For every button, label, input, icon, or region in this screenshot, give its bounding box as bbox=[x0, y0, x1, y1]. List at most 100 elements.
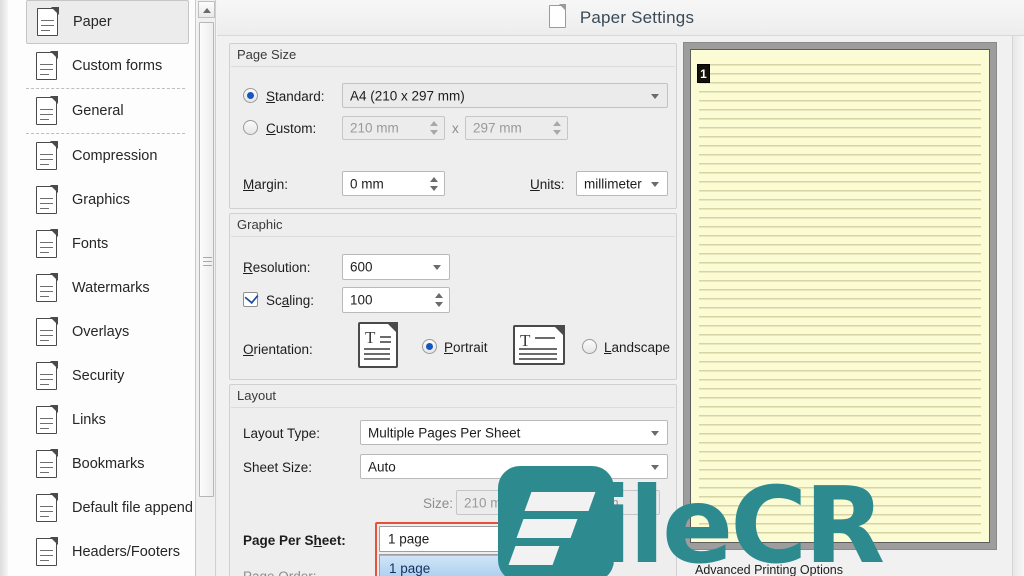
custom-size-radio[interactable] bbox=[243, 120, 258, 135]
margin-spinner[interactable]: 0 mm bbox=[342, 171, 445, 196]
page-per-sheet-dropdown-list[interactable]: 1 page2 pages bbox=[379, 554, 531, 576]
standard-size-combo[interactable]: A4 (210 x 297 mm) bbox=[342, 83, 668, 108]
standard-size-radio[interactable] bbox=[243, 88, 258, 103]
sidebar-item-overlays[interactable]: Overlays bbox=[26, 310, 189, 354]
checkmark-icon bbox=[244, 290, 259, 304]
scaling-checkbox[interactable] bbox=[243, 290, 259, 307]
spinner-arrows-icon[interactable] bbox=[553, 120, 562, 136]
page-title: Paper Settings bbox=[579, 7, 695, 27]
units-label: Units: bbox=[530, 177, 565, 192]
layout-type-value: Multiple Pages Per Sheet bbox=[368, 425, 521, 440]
margin-value: 0 mm bbox=[350, 176, 384, 191]
chevron-down-icon bbox=[651, 181, 659, 187]
font-document-icon bbox=[30, 227, 64, 261]
chevron-down-icon bbox=[651, 430, 659, 436]
sidebar-item-headers-footers[interactable]: Headers/Footers bbox=[26, 530, 189, 574]
page-per-sheet-dropdown-button[interactable] bbox=[505, 528, 529, 550]
sidebar-item-label: Compression bbox=[72, 148, 158, 164]
portrait-radio[interactable] bbox=[422, 339, 437, 354]
page-preview-sheet: 1 bbox=[690, 49, 990, 543]
custom-height-spinner[interactable]: 297 mm bbox=[465, 116, 568, 140]
sidebar-item-label: Fonts bbox=[72, 236, 109, 252]
custom-width-spinner[interactable]: 210 mm bbox=[342, 116, 445, 140]
resolution-value: 600 bbox=[350, 259, 373, 275]
size-height-spinner[interactable]: 297 mm bbox=[562, 490, 660, 515]
scrollbar-grip-line bbox=[203, 261, 212, 262]
group-divider bbox=[231, 66, 675, 67]
sidebar-item-paper[interactable]: Paper bbox=[26, 0, 189, 44]
resolution-combo[interactable]: 600 bbox=[342, 254, 450, 280]
layout-group-title: Layout bbox=[237, 388, 277, 403]
page-order-label: Page Order: bbox=[243, 569, 317, 576]
sidebar-item-bookmarks[interactable]: Bookmarks bbox=[26, 442, 189, 486]
headers-footers-icon bbox=[30, 535, 64, 569]
document-gear-icon bbox=[30, 94, 64, 128]
dropdown-option[interactable]: 1 page bbox=[380, 555, 530, 576]
spinner-arrows-icon[interactable] bbox=[435, 292, 444, 308]
spinner-arrows-icon[interactable] bbox=[430, 176, 439, 192]
custom-width-value: 210 mm bbox=[350, 120, 399, 136]
sidebar-item-watermarks[interactable]: Watermarks bbox=[26, 266, 189, 310]
sidebar-item-default-file-append[interactable]: Default file append bbox=[26, 486, 193, 530]
group-divider bbox=[231, 236, 675, 237]
overlay-icon bbox=[30, 315, 64, 349]
sheet-size-combo[interactable]: Auto bbox=[360, 454, 668, 479]
file-append-icon bbox=[30, 491, 64, 525]
page-preview-pane[interactable]: 1 bbox=[683, 42, 997, 550]
sidebar-item-fonts[interactable]: Fonts bbox=[26, 222, 189, 266]
chevron-up-icon bbox=[202, 8, 211, 13]
scaling-spinner[interactable]: 100 bbox=[342, 287, 450, 313]
orientation-label: Orientation: bbox=[243, 342, 313, 357]
layout-type-combo[interactable]: Multiple Pages Per Sheet bbox=[360, 420, 668, 445]
size-width-spinner[interactable]: 210 mm bbox=[456, 490, 554, 515]
layout-type-label: Layout Type: bbox=[243, 426, 321, 441]
size-width-value: 210 mm bbox=[464, 495, 513, 510]
page-per-sheet-label: Page Per Sheet: bbox=[243, 533, 346, 548]
sidebar-item-label: Links bbox=[72, 412, 106, 428]
settings-sidebar: Paper Custom forms General Compression Graph… bbox=[0, 0, 196, 576]
preview-scrollbar[interactable] bbox=[1012, 36, 1024, 576]
main-panel: Paper Settings Page Size Standard: A4 (2… bbox=[217, 0, 1024, 576]
sidebar-item-compression[interactable]: Compression bbox=[26, 134, 189, 178]
sidebar-item-label: Paper bbox=[73, 14, 112, 30]
sidebar-scrollbar-thumb[interactable] bbox=[199, 22, 214, 497]
spinner-arrows-icon[interactable] bbox=[430, 120, 439, 136]
page-size-group: Page Size Standard: A4 (210 x 297 mm) Cu… bbox=[229, 43, 677, 209]
sidebar-scroll-up-button[interactable] bbox=[198, 1, 215, 18]
sidebar-item-custom-forms[interactable]: Custom forms bbox=[26, 44, 189, 88]
settings-content: Page Size Standard: A4 (210 x 297 mm) Cu… bbox=[217, 36, 1024, 576]
sheet-size-label: Sheet Size: bbox=[243, 460, 313, 475]
advanced-printing-options-link[interactable]: Advanced Printing Options bbox=[695, 563, 843, 576]
sidebar-item-security[interactable]: Security bbox=[26, 354, 189, 398]
sidebar-item-label: Watermarks bbox=[72, 280, 150, 296]
shield-check-icon bbox=[30, 359, 64, 393]
scrollbar-grip-line bbox=[203, 257, 212, 258]
image-icon bbox=[30, 183, 64, 217]
units-combo[interactable]: millimeter bbox=[576, 171, 668, 196]
portrait-page-icon: T bbox=[358, 322, 398, 368]
sheet-size-value: Auto bbox=[368, 459, 396, 474]
size-height-value: 297 mm bbox=[570, 495, 619, 510]
sidebar-item-general[interactable]: General bbox=[26, 89, 189, 133]
bookmark-gear-icon bbox=[30, 447, 64, 481]
spinner-arrows-icon[interactable] bbox=[645, 495, 654, 511]
sidebar-item-graphics[interactable]: Graphics bbox=[26, 178, 189, 222]
chevron-down-icon bbox=[651, 93, 659, 99]
portrait-label: Portrait bbox=[444, 340, 488, 355]
landscape-radio[interactable] bbox=[582, 339, 597, 354]
sidebar-item-label: Bookmarks bbox=[72, 456, 145, 472]
page-number-badge: 1 bbox=[697, 64, 710, 83]
sidebar-item-label: Security bbox=[72, 368, 125, 384]
preview-text-lines bbox=[699, 64, 981, 536]
page-per-sheet-combo[interactable]: 1 page bbox=[379, 526, 531, 552]
sidebar-item-links[interactable]: Links bbox=[26, 398, 189, 442]
custom-size-separator: x bbox=[452, 121, 459, 136]
group-divider bbox=[231, 407, 675, 408]
custom-size-label: Custom: bbox=[266, 121, 317, 136]
scrollbar-grip-line bbox=[203, 265, 212, 266]
sidebar-item-label: Graphics bbox=[72, 192, 131, 208]
sidebar-scrollbar[interactable] bbox=[197, 0, 216, 576]
sidebar-edge-gradient bbox=[0, 0, 8, 576]
spinner-arrows-icon[interactable] bbox=[539, 495, 548, 511]
resolution-label: Resolution: bbox=[243, 260, 311, 275]
